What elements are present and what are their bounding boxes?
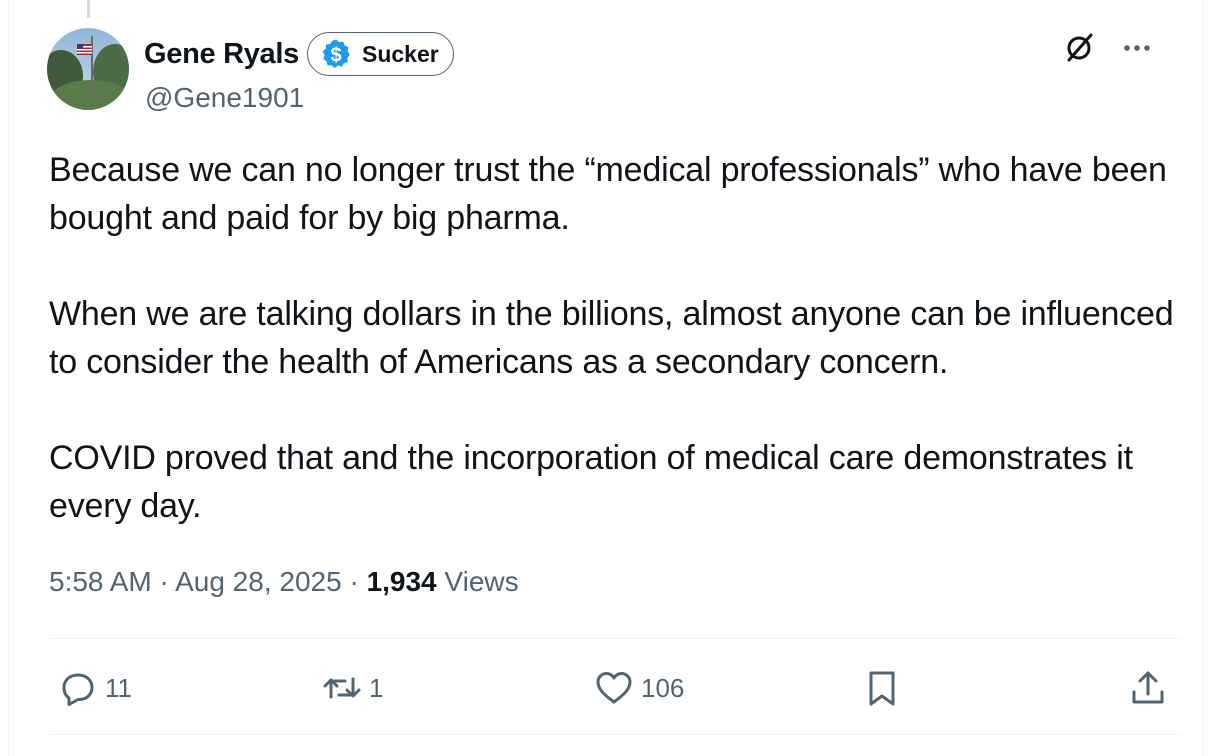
svg-text:$: $ <box>330 45 341 67</box>
author-name-row: Gene Ryals $ Sucker <box>144 30 454 78</box>
more-icon[interactable] <box>1119 30 1155 66</box>
views-label: Views <box>444 566 519 597</box>
tweet-card: Gene Ryals $ Sucker @Gene1901 Because we… <box>8 0 1204 756</box>
bookmark-icon <box>869 671 895 706</box>
heart-icon <box>596 672 632 704</box>
tweet-metadata: 5:58 AM · Aug 28, 2025 · 1,934 Views <box>49 566 519 598</box>
tweet-paragraph: COVID proved that and the incorporation … <box>49 439 1133 525</box>
author-handle[interactable]: @Gene1901 <box>145 82 304 114</box>
verified-badge[interactable]: $ Sucker <box>306 32 454 76</box>
views-count: 1,934 <box>366 566 437 597</box>
dollar-badge-icon: $ <box>322 39 350 68</box>
retweet-icon <box>323 677 361 699</box>
avatar-image <box>47 28 129 110</box>
like-button[interactable]: 106 <box>593 660 684 716</box>
tweet-paragraph: Because we can no longer trust the “medi… <box>49 151 1167 237</box>
divider <box>49 734 1181 735</box>
divider <box>49 638 1181 639</box>
author-display-name[interactable]: Gene Ryals <box>144 38 299 71</box>
bookmark-button[interactable] <box>861 660 903 716</box>
grok-icon[interactable] <box>1061 30 1097 66</box>
tweet-header-actions <box>1061 30 1155 66</box>
like-count: 106 <box>641 672 685 703</box>
avatar[interactable] <box>47 28 129 110</box>
badge-label: Sucker <box>361 40 439 67</box>
meta-separator: · <box>151 566 176 597</box>
tweet-text: Because we can no longer trust the “medi… <box>49 146 1189 530</box>
tweet-paragraph: When we are talking dollars in the billi… <box>49 295 1174 381</box>
meta-separator: · <box>341 566 367 597</box>
reply-button[interactable]: 11 <box>57 660 132 716</box>
share-icon <box>1132 671 1164 704</box>
retweet-button[interactable]: 1 <box>321 660 383 716</box>
tweet-date[interactable]: Aug 28, 2025 <box>175 566 342 597</box>
action-bar: 11 1 106 <box>49 660 1181 716</box>
retweet-count: 1 <box>369 672 384 703</box>
thread-connector-line <box>87 0 90 18</box>
share-button[interactable] <box>1127 660 1169 716</box>
tweet-time[interactable]: 5:58 AM <box>49 566 152 597</box>
reply-count: 11 <box>105 672 132 703</box>
reply-icon <box>62 673 94 706</box>
